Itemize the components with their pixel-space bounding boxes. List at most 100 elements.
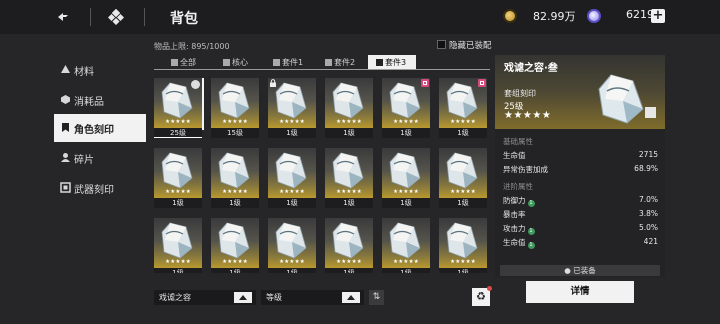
tab-set1[interactable]: 套件1	[270, 55, 306, 69]
currency-coins: 82.99万	[533, 10, 576, 23]
sort-order-button[interactable]: ⇅	[369, 290, 384, 305]
card-level: 1级	[325, 128, 373, 138]
core-icon	[223, 59, 230, 66]
coin-icon	[503, 9, 517, 23]
imprint-card[interactable]: ★★★★★ 1级	[211, 218, 259, 273]
card-stars: ★★★★★	[393, 119, 419, 125]
inventory-capacity: 物品上限: 895/1000	[154, 42, 230, 51]
sidebar-item-character-imprint[interactable]: 角色刻印	[54, 114, 146, 142]
tab-all[interactable]: 全部	[168, 55, 199, 69]
fragment-icon	[61, 153, 70, 162]
set-filter-select[interactable]: 戏谑之容	[154, 290, 256, 305]
checkbox[interactable]	[437, 40, 446, 49]
equipped-status: ● 已装备	[500, 265, 660, 276]
tab-set3[interactable]: 套件3	[368, 55, 416, 69]
card-stars: ★★★★★	[279, 189, 305, 195]
card-stars: ★★★★★	[450, 259, 476, 265]
card-level: 1级	[154, 198, 202, 208]
imprint-card[interactable]: ★★★★★ 1级	[268, 218, 316, 273]
notification-dot	[487, 286, 492, 291]
new-badge-icon	[478, 79, 486, 87]
card-stars: ★★★★★	[222, 189, 248, 195]
detail-panel: 戏谑之容·叁 套组刻印 25级 ★★★★★ 基础属性 生命值 2715 异常伤害加…	[495, 55, 665, 277]
sort-select[interactable]: 等级	[261, 290, 364, 305]
divider	[90, 8, 91, 26]
card-level: 1级	[439, 128, 487, 138]
card-level: 1级	[211, 268, 259, 273]
chevron-up-icon[interactable]	[234, 292, 252, 303]
stat-row: 异常伤害加成 68.9%	[503, 164, 658, 174]
stat-row: 暴击率 3.8%	[503, 209, 658, 219]
card-level: 1级	[325, 198, 373, 208]
grid-icon	[171, 59, 178, 66]
base-stats-title: 基础属性	[503, 137, 533, 146]
imprint-card[interactable]: ★★★★★ 1级	[325, 78, 373, 138]
imprint-name: 戏谑之容·叁	[504, 63, 558, 74]
card-level: 1级	[382, 198, 430, 208]
add-currency-button[interactable]: +	[651, 9, 665, 23]
imprint-card[interactable]: ★★★★★ 1级	[382, 148, 430, 208]
card-stars: ★★★★★	[222, 119, 248, 125]
card-stars: ★★★★★	[279, 259, 305, 265]
card-level: 1级	[211, 198, 259, 208]
sidebar-item-label: 武器刻印	[74, 185, 114, 196]
sidebar-item-label: 碎片	[74, 155, 94, 166]
imprint-card[interactable]: ★★★★★ 1级	[439, 78, 487, 138]
lock-icon[interactable]	[645, 107, 656, 118]
sidebar-item-weapon-imprint[interactable]: 武器刻印	[54, 174, 146, 202]
advanced-stats-title: 进阶属性	[503, 182, 533, 191]
sidebar-item-fragments[interactable]: 碎片	[54, 144, 146, 172]
sidebar-item-materials[interactable]: 材料	[54, 56, 146, 84]
currency-gems: 6219	[626, 8, 654, 21]
sidebar-item-label: 消耗品	[74, 97, 104, 108]
card-stars: ★★★★★	[450, 189, 476, 195]
hide-equipped-toggle[interactable]: 隐藏已装配	[437, 39, 492, 51]
home-icon[interactable]	[108, 9, 124, 25]
sidebar-item-consumables[interactable]: 消耗品	[54, 86, 146, 114]
card-stars: ★★★★★	[165, 259, 191, 265]
card-level: 1级	[439, 268, 487, 273]
page-title: 背包	[170, 11, 198, 27]
gem-icon	[587, 9, 601, 23]
consumables-icon	[61, 95, 70, 104]
stat-row: 防御力 1 7.0%	[503, 195, 658, 207]
imprint-card[interactable]: ★★★★★ 1级	[325, 148, 373, 208]
chevron-up-icon[interactable]	[342, 292, 360, 303]
imprint-card[interactable]: ★★★★★ 1级	[325, 218, 373, 273]
imprint-card[interactable]: ★★★★★ 1级	[382, 218, 430, 273]
imprint-card[interactable]: ★★★★★ 1级	[382, 78, 430, 138]
tab-core[interactable]: 核心	[220, 55, 251, 69]
imprint-card[interactable]: ★★★★★ 1级	[439, 218, 487, 273]
imprint-type: 套组刻印	[504, 89, 536, 98]
upgrade-badge: 1	[527, 200, 535, 207]
details-button[interactable]: 详情	[526, 281, 634, 303]
stat-row: 生命值 2715	[503, 150, 658, 160]
upgrade-badge: 1	[527, 228, 535, 235]
sidebar-item-label: 角色刻印	[74, 125, 114, 136]
imprint-grid: ★★★★★ 25级 ★★★★★ 15级 ★★★★★ 1级 ★★★★★ 1级 ★★★★★ 1级 ★★★…	[154, 78, 498, 273]
imprint-card[interactable]: ★★★★★ 1级	[154, 218, 202, 273]
card-stars: ★★★★★	[165, 119, 191, 125]
imprint-card[interactable]: ★★★★★ 25级	[154, 78, 204, 138]
card-stars: ★★★★★	[165, 189, 191, 195]
card-stars: ★★★★★	[279, 119, 305, 125]
imprint-card[interactable]: ★★★★★ 1级	[268, 78, 316, 138]
tab-underline	[154, 69, 490, 70]
sort-value: 等级	[266, 293, 282, 302]
imprint-card[interactable]: ★★★★★ 15级	[211, 78, 259, 138]
weapon-imprint-icon	[60, 182, 71, 193]
imprint-card[interactable]: ★★★★★ 1级	[211, 148, 259, 208]
imprint-card[interactable]: ★★★★★ 1级	[154, 148, 202, 208]
imprint-card[interactable]: ★★★★★ 1级	[268, 148, 316, 208]
card-stars: ★★★★★	[393, 189, 419, 195]
back-icon[interactable]	[56, 9, 72, 25]
set-icon	[273, 59, 280, 66]
card-stars: ★★★★★	[393, 259, 419, 265]
imprint-card[interactable]: ★★★★★ 1级	[439, 148, 487, 208]
set-icon	[376, 59, 383, 66]
card-level: 25级	[154, 128, 202, 138]
card-level: 1级	[382, 268, 430, 273]
set-filter-value: 戏谑之容	[159, 293, 191, 302]
lock-icon	[270, 79, 276, 87]
tab-set2[interactable]: 套件2	[322, 55, 358, 69]
